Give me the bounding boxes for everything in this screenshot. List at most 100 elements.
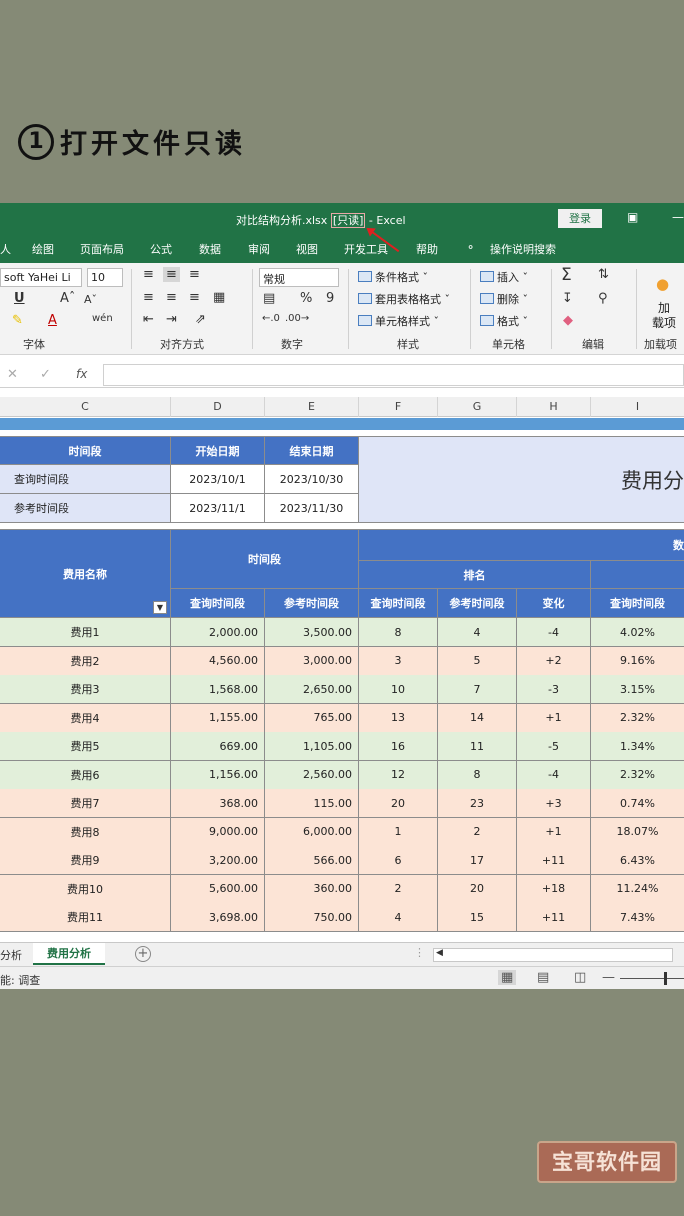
align-middle-icon[interactable]: ≡ xyxy=(163,267,180,282)
top-header-period[interactable]: 时间段 xyxy=(0,436,171,465)
subheader-change[interactable]: 变化 xyxy=(517,589,591,618)
cell-share-query[interactable]: 2.32% xyxy=(591,760,684,790)
merge-center-icon[interactable]: ▦ xyxy=(213,290,225,305)
cell-rank-ref[interactable]: 7 xyxy=(438,675,517,704)
sort-filter-icon[interactable]: ⇅ xyxy=(598,267,609,282)
clear-icon[interactable]: ◆ xyxy=(563,313,573,328)
cell-share-query[interactable]: 3.15% xyxy=(591,675,684,704)
align-right-icon[interactable]: ≡ xyxy=(189,290,200,305)
cell-rank-ref[interactable]: 15 xyxy=(438,903,517,932)
cell-query-amount[interactable]: 1,568.00 xyxy=(171,675,265,704)
zoom-out-icon[interactable]: — xyxy=(602,970,615,985)
subheader-query[interactable]: 查询时间段 xyxy=(171,589,265,618)
addin-icon[interactable]: ● xyxy=(656,275,669,293)
header-share[interactable] xyxy=(591,561,684,589)
cell-rank-change[interactable]: -4 xyxy=(517,618,591,647)
number-format-select[interactable]: 常规 xyxy=(259,268,339,287)
delete-cells-button[interactable]: 删除 ˇ xyxy=(480,291,528,307)
cell-query-amount[interactable]: 9,000.00 xyxy=(171,817,265,847)
cell-query-amount[interactable]: 2,000.00 xyxy=(171,618,265,647)
cell-query-amount[interactable]: 3,200.00 xyxy=(171,846,265,875)
tab-view[interactable]: 视图 xyxy=(296,241,318,257)
cell-share-query[interactable]: 7.43% xyxy=(591,903,684,932)
accounting-format-icon[interactable]: ▤ xyxy=(263,291,275,306)
cell-rank-query[interactable]: 6 xyxy=(359,846,438,875)
cell-rank-query[interactable]: 1 xyxy=(359,817,438,847)
column-header-d[interactable]: D xyxy=(171,397,265,417)
header-data[interactable]: 数 xyxy=(359,529,684,561)
subheader-share-query[interactable]: 查询时间段 xyxy=(591,589,684,618)
decrease-decimal-icon[interactable]: .00→ xyxy=(285,313,309,324)
cell-expense-name[interactable]: 费用2 xyxy=(0,646,171,676)
add-sheet-icon[interactable]: + xyxy=(135,946,151,962)
scroll-left-icon[interactable]: ◀ xyxy=(436,948,443,958)
align-top-icon[interactable]: ≡ xyxy=(143,267,154,282)
cell-rank-ref[interactable]: 11 xyxy=(438,732,517,761)
cell-expense-name[interactable]: 费用5 xyxy=(0,732,171,761)
top-row-query-label[interactable]: 查询时间段 xyxy=(0,465,171,494)
cell-ref-amount[interactable]: 6,000.00 xyxy=(265,817,359,847)
align-left-icon[interactable]: ≡ xyxy=(143,290,154,305)
cell-rank-change[interactable]: -3 xyxy=(517,675,591,704)
cell-share-query[interactable]: 4.02% xyxy=(591,618,684,647)
cell-share-query[interactable]: 1.34% xyxy=(591,732,684,761)
cell-rank-change[interactable]: +3 xyxy=(517,789,591,818)
tell-me-search[interactable]: 操作说明搜索 xyxy=(490,241,556,257)
cell-rank-ref[interactable]: 23 xyxy=(438,789,517,818)
cell-share-query[interactable]: 2.32% xyxy=(591,703,684,733)
cell-expense-name[interactable]: 费用11 xyxy=(0,903,171,932)
formula-input[interactable] xyxy=(103,364,684,386)
header-rank[interactable]: 排名 xyxy=(359,561,591,589)
cell-ref-amount[interactable]: 115.00 xyxy=(265,789,359,818)
zoom-slider-thumb[interactable] xyxy=(664,972,667,985)
cell-share-query[interactable]: 9.16% xyxy=(591,646,684,676)
top-row-query-start[interactable]: 2023/10/1 xyxy=(171,465,265,494)
page-layout-view-icon[interactable]: ▤ xyxy=(537,970,549,985)
conditional-format-button[interactable]: 条件格式 ˇ xyxy=(358,269,428,285)
top-header-start[interactable]: 开始日期 xyxy=(171,436,265,465)
cell-ref-amount[interactable]: 1,105.00 xyxy=(265,732,359,761)
orientation-icon[interactable]: ⇗ xyxy=(195,312,206,327)
cell-styles-button[interactable]: 单元格样式 ˇ xyxy=(358,313,439,329)
format-as-table-button[interactable]: 套用表格格式 ˇ xyxy=(358,291,450,307)
top-row-ref-label[interactable]: 参考时间段 xyxy=(0,494,171,523)
tab-developer[interactable]: 开发工具 xyxy=(344,241,388,257)
cell-query-amount[interactable]: 1,156.00 xyxy=(171,760,265,790)
cell-rank-change[interactable]: -4 xyxy=(517,760,591,790)
cell-rank-query[interactable]: 4 xyxy=(359,903,438,932)
increase-decimal-icon[interactable]: ←.0 xyxy=(262,313,280,324)
top-row-ref-start[interactable]: 2023/11/1 xyxy=(171,494,265,523)
column-header-c[interactable]: C xyxy=(0,397,171,417)
sheet-tab-analysis[interactable]: 分析 xyxy=(0,947,22,963)
grow-font-icon[interactable]: Aˆ xyxy=(60,291,75,306)
insert-function-icon[interactable]: fx xyxy=(76,367,87,381)
cell-rank-change[interactable]: +2 xyxy=(517,646,591,676)
cell-rank-ref[interactable]: 17 xyxy=(438,846,517,875)
increase-indent-icon[interactable]: ⇥ xyxy=(166,312,177,327)
underline-icon[interactable]: U xyxy=(14,291,25,306)
cell-rank-query[interactable]: 3 xyxy=(359,646,438,676)
font-size-select[interactable]: 10 xyxy=(87,268,123,287)
cell-query-amount[interactable]: 1,155.00 xyxy=(171,703,265,733)
sheet-tab-expense-analysis[interactable]: 费用分析 xyxy=(33,943,105,965)
cell-share-query[interactable]: 18.07% xyxy=(591,817,684,847)
cell-rank-query[interactable]: 2 xyxy=(359,874,438,904)
cell-expense-name[interactable]: 费用7 xyxy=(0,789,171,818)
cell-rank-change[interactable]: +11 xyxy=(517,846,591,875)
cell-ref-amount[interactable]: 3,000.00 xyxy=(265,646,359,676)
cell-rank-query[interactable]: 8 xyxy=(359,618,438,647)
enter-icon[interactable]: ✓ xyxy=(40,367,51,382)
ribbon-display-icon[interactable]: ▣ xyxy=(627,210,638,224)
cell-rank-change[interactable]: -5 xyxy=(517,732,591,761)
column-header-h[interactable]: H xyxy=(517,397,591,417)
header-expense-name[interactable]: 费用名称 xyxy=(0,529,171,618)
format-cells-button[interactable]: 格式 ˇ xyxy=(480,313,528,329)
cell-expense-name[interactable]: 费用9 xyxy=(0,846,171,875)
font-color-icon[interactable]: A xyxy=(48,313,57,328)
fill-down-icon[interactable]: ↧ xyxy=(562,291,573,306)
cell-rank-ref[interactable]: 8 xyxy=(438,760,517,790)
tab-help[interactable]: 帮助 xyxy=(416,241,438,257)
cell-rank-query[interactable]: 20 xyxy=(359,789,438,818)
zoom-slider[interactable] xyxy=(620,978,684,979)
cell-ref-amount[interactable]: 360.00 xyxy=(265,874,359,904)
